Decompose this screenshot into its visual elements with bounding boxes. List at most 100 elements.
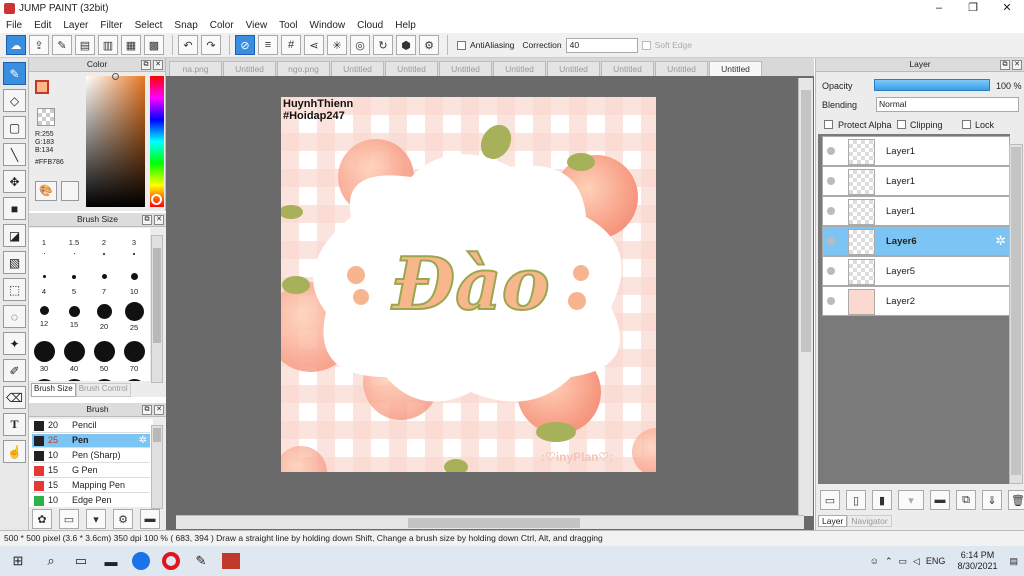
layer-settings-gear-icon[interactable]: ✲ <box>995 233 1006 249</box>
foreground-color-swatch[interactable] <box>35 80 49 94</box>
layer-item[interactable]: Layer1 <box>822 196 1010 226</box>
paint-app-icon[interactable]: ✎ <box>186 546 216 576</box>
canvas-vertical-scrollbar[interactable] <box>798 78 813 516</box>
softedge-checkbox[interactable] <box>641 40 651 50</box>
new-layer-icon[interactable]: ▭ <box>820 490 840 510</box>
brush-size-option[interactable]: 70 <box>119 341 149 377</box>
magic-wand-icon[interactable]: ✦ <box>3 332 26 355</box>
tab-document[interactable]: Untitled <box>655 61 708 76</box>
visibility-icon[interactable] <box>827 267 835 275</box>
grid-icon[interactable]: ▦ <box>121 35 141 55</box>
file-explorer-icon[interactable]: ▬ <box>96 546 126 576</box>
redo-icon[interactable]: ↷ <box>201 35 221 55</box>
select-eraser-icon[interactable]: ⌫ <box>3 386 26 409</box>
tab-layer[interactable]: Layer <box>818 515 848 527</box>
brush-size-option[interactable]: 50 <box>89 341 119 377</box>
brush-size-option[interactable]: 7 <box>89 262 119 298</box>
close-button[interactable]: ✕ <box>990 0 1024 17</box>
menu-cloud[interactable]: Cloud <box>351 20 389 31</box>
scroll-thumb[interactable] <box>801 90 811 352</box>
merge-layer-icon[interactable]: ⇓ <box>982 490 1002 510</box>
brush-size-option[interactable]: 4 <box>29 262 59 298</box>
layout-icon[interactable]: ▩ <box>144 35 164 55</box>
brush-item[interactable]: 10 Edge Pen <box>32 494 150 507</box>
close-icon[interactable]: ✕ <box>154 405 164 415</box>
undo-icon[interactable]: ↶ <box>178 35 198 55</box>
brush-size-option[interactable]: 40 <box>59 341 89 377</box>
brush-size-option[interactable]: 20 <box>89 304 119 340</box>
brush-size-option-partial[interactable] <box>64 379 85 381</box>
scroll-thumb[interactable] <box>408 518 580 528</box>
menu-view[interactable]: View <box>240 20 274 31</box>
move-tool-icon[interactable]: ✥ <box>3 170 26 193</box>
menu-help[interactable]: Help <box>389 20 422 31</box>
new-brush-icon[interactable]: ▭ <box>59 509 79 529</box>
tab-document[interactable]: Untitled <box>331 61 384 76</box>
visibility-icon[interactable] <box>827 177 835 185</box>
brush-item[interactable]: 20 Pencil <box>32 419 150 433</box>
brush-settings-icon[interactable]: ⚙ <box>113 509 133 529</box>
zalo-app-icon[interactable] <box>126 546 156 576</box>
visibility-icon[interactable] <box>827 207 835 215</box>
line-tool-icon[interactable]: ╲ <box>3 143 26 166</box>
tab-navigator[interactable]: Navigator <box>847 515 892 527</box>
layer-list-scrollbar[interactable] <box>1009 144 1023 484</box>
comment-icon[interactable]: ✎ <box>52 35 72 55</box>
menu-select[interactable]: Select <box>129 20 169 31</box>
snap-settings-icon[interactable]: ⚙ <box>419 35 439 55</box>
windows-start-icon[interactable]: ⊞ <box>0 546 36 576</box>
text-box-icon[interactable]: ▤ <box>75 35 95 55</box>
float-icon[interactable]: ⧉ <box>142 405 152 415</box>
tab-document-active[interactable]: Untitled <box>709 61 762 76</box>
text-tool-icon[interactable]: T <box>3 413 26 436</box>
brush-item[interactable]: 15 G Pen <box>32 464 150 478</box>
clock[interactable]: 6:14 PM 8/30/2021 <box>957 550 997 572</box>
snap-cross-icon[interactable]: # <box>281 35 301 55</box>
snap-circle-icon[interactable]: ◎ <box>350 35 370 55</box>
brush-item[interactable]: 15 Mapping Pen <box>32 479 150 493</box>
palette-icon[interactable]: 🎨 <box>35 181 57 201</box>
visibility-icon[interactable] <box>827 297 835 305</box>
correction-select[interactable]: 40 <box>565 37 638 53</box>
new-halftone-layer-icon[interactable]: ▮ <box>872 490 892 510</box>
float-icon[interactable]: ⧉ <box>1000 60 1010 70</box>
brush-menu-icon[interactable]: ▾ <box>86 509 106 529</box>
menu-tool[interactable]: Tool <box>273 20 303 31</box>
opera-browser-icon[interactable] <box>156 546 186 576</box>
clipping-checkbox[interactable] <box>897 120 906 129</box>
brush-size-option-partial[interactable] <box>124 379 145 381</box>
maximize-button[interactable]: ❐ <box>956 0 990 17</box>
float-icon[interactable]: ⧉ <box>141 60 151 70</box>
brush-size-option-partial[interactable] <box>94 379 115 381</box>
fill-rect-icon[interactable]: ■ <box>3 197 26 220</box>
language-indicator[interactable]: ENG <box>926 556 946 566</box>
tab-document[interactable]: Untitled <box>385 61 438 76</box>
brush-folder-icon[interactable]: ▬ <box>140 509 160 529</box>
eraser-tool-icon[interactable]: ◇ <box>3 89 26 112</box>
layer-item[interactable]: Layer1 <box>822 136 1010 166</box>
protect-alpha-checkbox[interactable] <box>824 120 833 129</box>
snap-polygon-icon[interactable]: ⬢ <box>396 35 416 55</box>
visibility-icon[interactable] <box>827 147 835 155</box>
tab-document[interactable]: Untitled <box>439 61 492 76</box>
notification-icon[interactable]: ▤ <box>1009 556 1018 567</box>
transparent-color-icon[interactable] <box>37 108 55 126</box>
blending-select[interactable]: Normal <box>876 97 1019 112</box>
cloud-icon[interactable]: ☁ <box>6 35 26 55</box>
brush-item[interactable]: 25 Pen ✲ <box>32 434 150 448</box>
hue-handle[interactable] <box>151 194 162 205</box>
menu-file[interactable]: File <box>0 20 28 31</box>
select-tool-icon[interactable]: ⬚ <box>3 278 26 301</box>
hue-slider[interactable] <box>150 76 164 207</box>
artwork-canvas[interactable]: Đào HuynhThienn #Hoidap247 :♡inyPlan♡: <box>281 97 656 472</box>
brush-size-scrollbar[interactable] <box>151 235 163 383</box>
scroll-thumb[interactable] <box>1011 147 1021 475</box>
brush-item[interactable]: 10 Pen (Sharp) <box>32 449 150 463</box>
menu-filter[interactable]: Filter <box>94 20 128 31</box>
gradient-tool-icon[interactable]: ▧ <box>3 251 26 274</box>
brush-size-option[interactable]: 15 <box>59 306 89 342</box>
brush-size-option[interactable]: 10 <box>119 262 149 298</box>
delete-layer-icon[interactable]: 🗑 <box>1008 490 1024 510</box>
close-icon[interactable]: ✕ <box>1012 60 1022 70</box>
antialias-checkbox[interactable] <box>457 40 466 50</box>
